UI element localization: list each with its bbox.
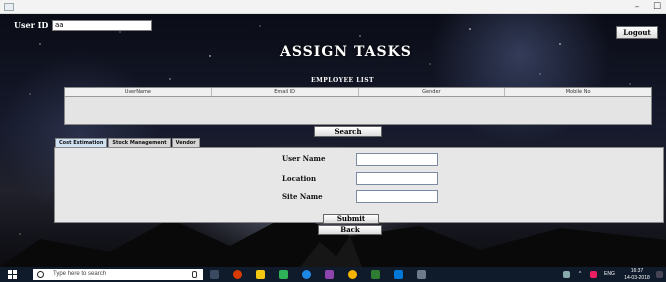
logout-button[interactable]: Logout xyxy=(616,26,658,39)
store-icon[interactable] xyxy=(279,270,288,279)
minimize-button[interactable]: – xyxy=(630,0,644,14)
microphone-icon[interactable] xyxy=(192,271,197,278)
opera-icon[interactable] xyxy=(233,270,242,279)
user-id-field[interactable]: aa xyxy=(52,20,152,31)
tray-app-icon[interactable] xyxy=(590,271,597,278)
back-button[interactable]: Back xyxy=(318,225,382,235)
app-icon xyxy=(4,3,14,11)
clock-time: 16:37 xyxy=(630,268,644,274)
column-header-username[interactable]: UserName xyxy=(65,88,212,96)
file-explorer-icon[interactable] xyxy=(256,270,265,279)
chevron-up-icon[interactable]: ^ xyxy=(579,267,581,282)
cortana-icon xyxy=(37,271,44,278)
chrome-icon[interactable] xyxy=(348,270,357,279)
app-icon-green[interactable] xyxy=(371,270,380,279)
people-icon[interactable] xyxy=(563,271,570,278)
windows-taskbar: Type here to search ^ ENG 16:37 14-03-20… xyxy=(0,267,666,282)
app-icon-purple[interactable] xyxy=(325,270,334,279)
site-name-label: Site Name xyxy=(282,192,323,201)
window-titlebar: – ☐ xyxy=(0,0,666,14)
site-name-input[interactable] xyxy=(356,190,438,203)
windows-start-icon[interactable] xyxy=(8,270,17,279)
task-view-icon[interactable] xyxy=(210,270,219,279)
tab-bar: Cost Estimation Stock Management Vendor xyxy=(55,138,201,147)
tab-stock-management[interactable]: Stock Management xyxy=(108,138,171,147)
column-header-email[interactable]: Email ID xyxy=(212,88,359,96)
user-name-label: User Name xyxy=(282,154,326,163)
language-indicator[interactable]: ENG xyxy=(604,267,615,282)
column-header-mobile[interactable]: Mobile No xyxy=(505,88,651,96)
edge-icon[interactable] xyxy=(302,270,311,279)
app-icon-gray[interactable] xyxy=(417,270,426,279)
column-header-gender[interactable]: Gender xyxy=(359,88,506,96)
employee-table-header: UserName Email ID Gender Mobile No xyxy=(65,88,651,97)
employee-list-title: EMPLOYEE LIST xyxy=(311,77,375,84)
tab-vendor[interactable]: Vendor xyxy=(171,138,200,147)
clock-date: 14-03-2018 xyxy=(624,275,650,281)
location-input[interactable] xyxy=(356,172,438,185)
maximize-button[interactable]: ☐ xyxy=(650,0,664,14)
taskbar-search-placeholder: Type here to search xyxy=(53,271,107,277)
app-icon-blue[interactable] xyxy=(394,270,403,279)
employee-table[interactable]: UserName Email ID Gender Mobile No xyxy=(64,87,652,125)
taskbar-search-box[interactable]: Type here to search xyxy=(33,269,203,280)
location-label: Location xyxy=(282,174,317,183)
app-window: User ID aa Logout ASSIGN TASKS EMPLOYEE … xyxy=(0,14,666,267)
clock[interactable]: 16:37 14-03-2018 xyxy=(624,268,650,282)
submit-button[interactable]: Submit xyxy=(323,214,379,224)
user-name-input[interactable] xyxy=(356,153,438,166)
notification-icon[interactable] xyxy=(656,271,663,278)
page-title: ASSIGN TASKS xyxy=(280,44,412,60)
tab-cost-estimation[interactable]: Cost Estimation xyxy=(55,138,108,147)
user-id-label: User ID xyxy=(14,20,49,30)
search-button[interactable]: Search xyxy=(314,126,382,137)
cost-estimation-panel: User Name Location Site Name Submit xyxy=(54,147,664,224)
